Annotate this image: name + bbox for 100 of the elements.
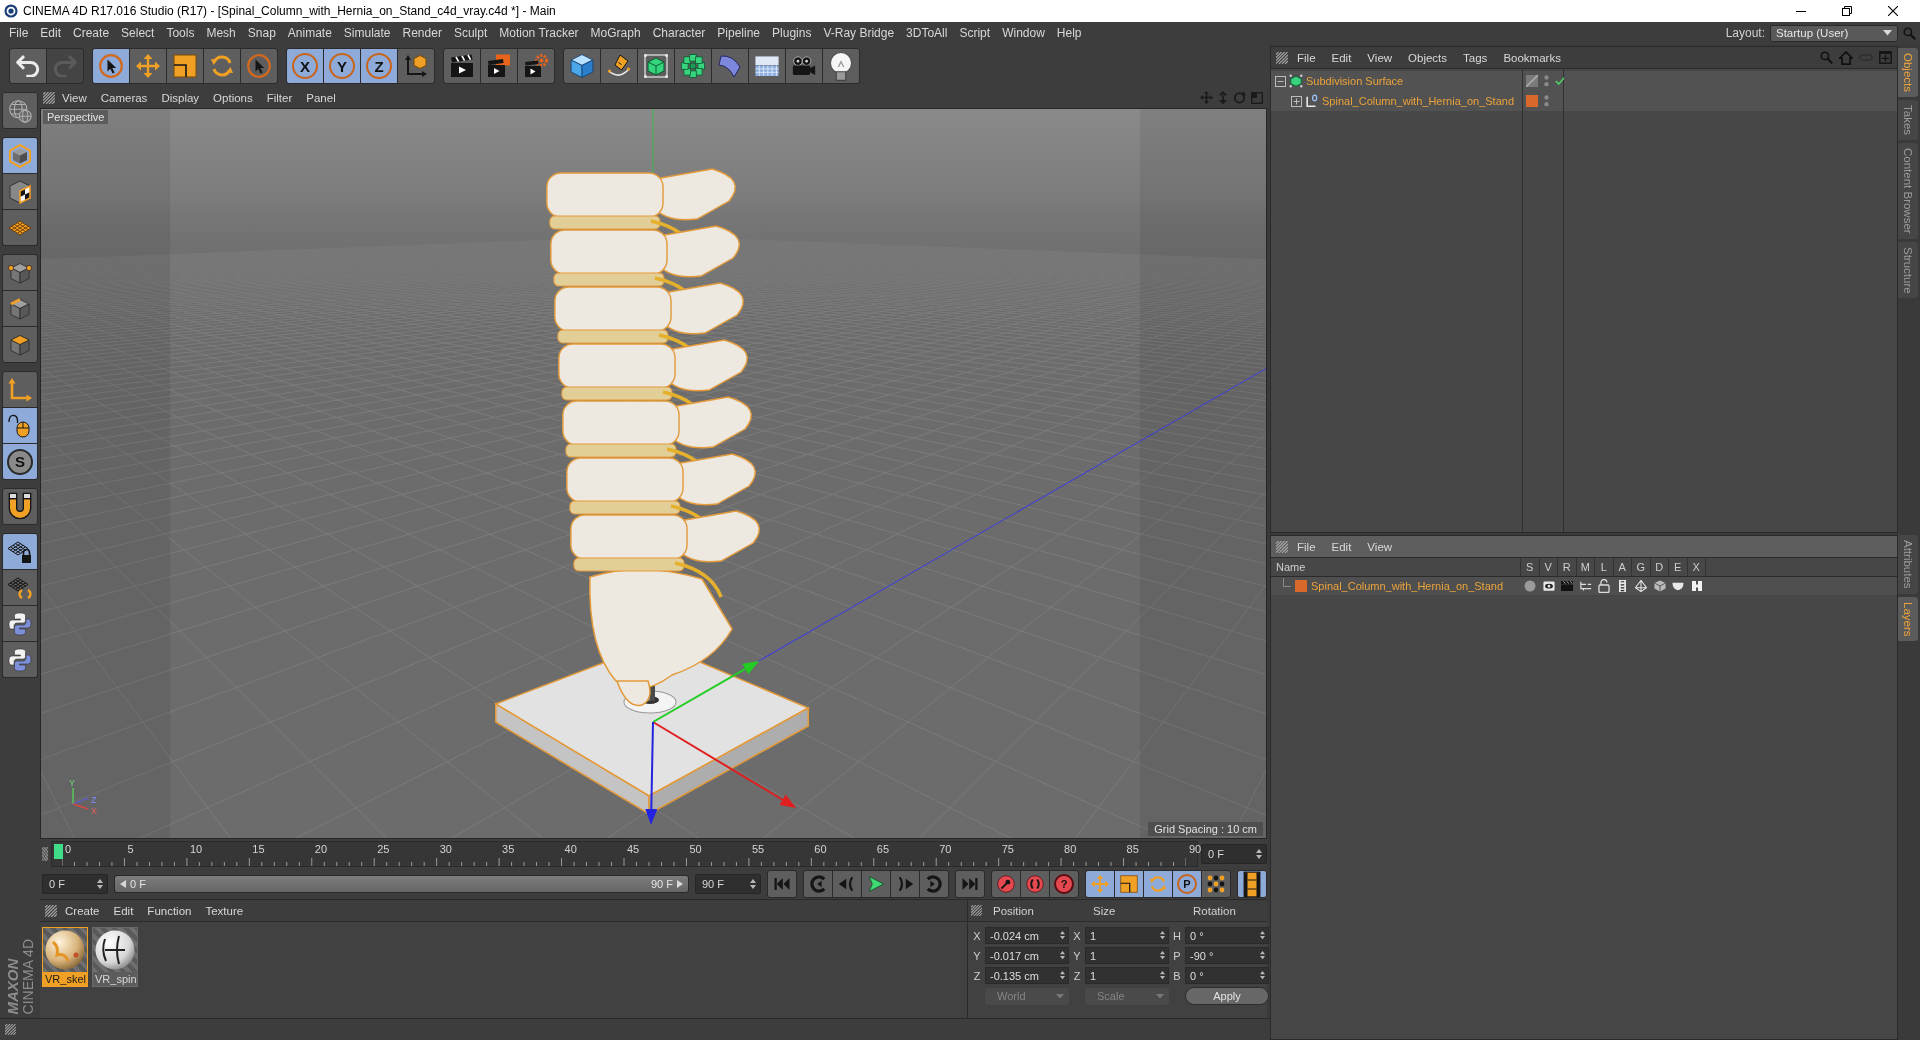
model-mode-button[interactable] — [3, 138, 37, 173]
rotate-tool-button[interactable] — [204, 49, 240, 83]
cloner-button[interactable] — [675, 49, 711, 83]
expand-box-icon[interactable] — [1291, 95, 1302, 107]
visibility-dots-icon[interactable] — [1544, 95, 1549, 107]
menu-item[interactable]: Edit — [107, 900, 140, 921]
open-lock-icon[interactable] — [1598, 579, 1611, 593]
floor-button[interactable] — [749, 49, 785, 83]
collapse-box-icon[interactable] — [1275, 75, 1286, 87]
coordinate-system-button[interactable] — [398, 49, 434, 83]
menu-item[interactable]: File — [1290, 47, 1323, 68]
selection-tool-button[interactable] — [241, 49, 277, 83]
go-to-start-button[interactable] — [768, 871, 796, 897]
menu-item[interactable]: View — [55, 88, 94, 108]
material-item[interactable]: VR_spin — [92, 927, 138, 987]
menu-item[interactable]: Cameras — [93, 88, 155, 108]
menu-item[interactable]: Objects — [1401, 47, 1455, 68]
scale-tool-button[interactable] — [167, 49, 203, 83]
menu-item[interactable]: Edit — [34, 23, 68, 43]
polygons-mode-button[interactable] — [3, 327, 37, 362]
menu-item[interactable]: File — [3, 23, 35, 43]
menu-item[interactable]: Motion Tracker — [493, 23, 585, 43]
tweak-mode-button[interactable] — [3, 408, 37, 443]
selection-tool-button[interactable] — [93, 49, 129, 83]
timeline-button[interactable] — [1238, 871, 1266, 897]
render-view-button[interactable] — [444, 49, 480, 83]
light-button[interactable] — [823, 49, 859, 83]
current-frame-field[interactable]: 0 F — [1201, 844, 1267, 864]
position-field[interactable]: -0.135 cm — [985, 967, 1069, 984]
size-field[interactable]: 1 — [1085, 947, 1169, 964]
menu-item[interactable]: Window — [996, 23, 1051, 43]
end-frame-field[interactable]: 90 F — [695, 874, 761, 894]
size-field[interactable]: 1 — [1085, 927, 1169, 944]
lock-workplane-button[interactable] — [3, 534, 37, 569]
axis-lock-button[interactable]: Y — [324, 49, 360, 83]
menu-item[interactable]: Tools — [160, 23, 201, 43]
menu-item[interactable]: Display — [154, 88, 207, 108]
point-level-button[interactable] — [1202, 871, 1230, 897]
menu-item[interactable]: 3DToAll — [900, 23, 954, 43]
render-settings-button[interactable] — [518, 49, 554, 83]
menu-item[interactable]: Panel — [299, 88, 343, 108]
position-field[interactable]: -0.017 cm — [985, 947, 1069, 964]
menu-item[interactable]: Mesh — [200, 23, 242, 43]
menu-item[interactable]: Create — [67, 23, 116, 43]
menu-item[interactable]: File — [1290, 536, 1323, 557]
workplane-mode-button[interactable] — [3, 210, 37, 245]
menu-item[interactable]: Render — [396, 23, 448, 43]
size-field[interactable]: 1 — [1085, 967, 1169, 984]
workplane-rotate-button[interactable] — [3, 570, 37, 605]
h-shape-icon[interactable] — [1690, 580, 1703, 592]
menu-item[interactable]: Options — [206, 88, 260, 108]
next-frame-button[interactable] — [891, 871, 919, 897]
eye-screen-icon[interactable] — [1542, 580, 1555, 592]
menu-item[interactable]: Select — [115, 23, 161, 43]
axis-mode-button[interactable] — [3, 372, 37, 407]
previous-frame-button[interactable] — [833, 871, 861, 897]
menu-item[interactable]: Help — [1050, 23, 1088, 43]
texture-mode-button[interactable] — [3, 174, 37, 209]
menu-item[interactable]: View — [1360, 536, 1400, 557]
rotation-field[interactable]: -90 ° — [1185, 947, 1269, 964]
axis-lock-button[interactable]: Z — [361, 49, 397, 83]
menu-item[interactable]: Character — [646, 23, 712, 43]
menu-item[interactable]: Snap — [241, 23, 282, 43]
menu-item[interactable]: Sculpt — [447, 23, 494, 43]
scale-tool-button[interactable] — [1115, 871, 1143, 897]
layer-swatch-icon[interactable] — [1295, 580, 1307, 592]
x-axis-handle[interactable] — [652, 721, 797, 808]
go-to-end-button[interactable] — [956, 871, 984, 897]
rotation-field[interactable]: 0 ° — [1185, 927, 1269, 944]
menu-item[interactable]: View — [1360, 47, 1400, 68]
cube-button[interactable] — [564, 49, 600, 83]
menu-item[interactable]: Texture — [199, 900, 250, 921]
menu-item[interactable]: Script — [953, 23, 997, 43]
bent-cube-icon[interactable] — [1653, 580, 1666, 592]
playhead-marker[interactable] — [54, 844, 63, 859]
film-bars-icon[interactable] — [1619, 579, 1627, 593]
play-button[interactable] — [862, 871, 890, 897]
next-key-button[interactable] — [920, 871, 948, 897]
key-help-button[interactable]: ? — [1050, 871, 1078, 897]
autokey-button[interactable] — [1021, 871, 1049, 897]
menu-item[interactable]: Pipeline — [711, 23, 767, 43]
subdivision-button[interactable] — [638, 49, 674, 83]
apply-button[interactable]: Apply — [1185, 987, 1269, 1005]
start-frame-field[interactable]: 0 F — [42, 874, 108, 894]
position-field[interactable]: -0.024 cm — [985, 927, 1069, 944]
make-editable-button[interactable] — [3, 93, 37, 128]
parameter-key-button[interactable]: P — [1173, 871, 1201, 897]
clapperboard-icon[interactable] — [1561, 580, 1574, 592]
panel-tab[interactable]: Content Browser — [1898, 143, 1918, 239]
layout-dropdown[interactable]: Startup (User) — [1770, 24, 1898, 42]
pen-tool-button[interactable] — [601, 49, 637, 83]
layer-row[interactable]: Spinal_Column_with_Hernia_on_Stand — [1271, 577, 1897, 595]
layer-swatch-icon[interactable] — [1526, 95, 1538, 107]
record-button[interactable] — [992, 871, 1020, 897]
panel-tab[interactable]: Structure — [1898, 241, 1918, 299]
menu-item[interactable]: Animate — [281, 23, 338, 43]
rotation-field[interactable]: 0 ° — [1185, 967, 1269, 984]
panel-tab[interactable]: Attributes — [1898, 535, 1918, 594]
render-picture-button[interactable] — [481, 49, 517, 83]
script-button[interactable] — [3, 606, 37, 641]
